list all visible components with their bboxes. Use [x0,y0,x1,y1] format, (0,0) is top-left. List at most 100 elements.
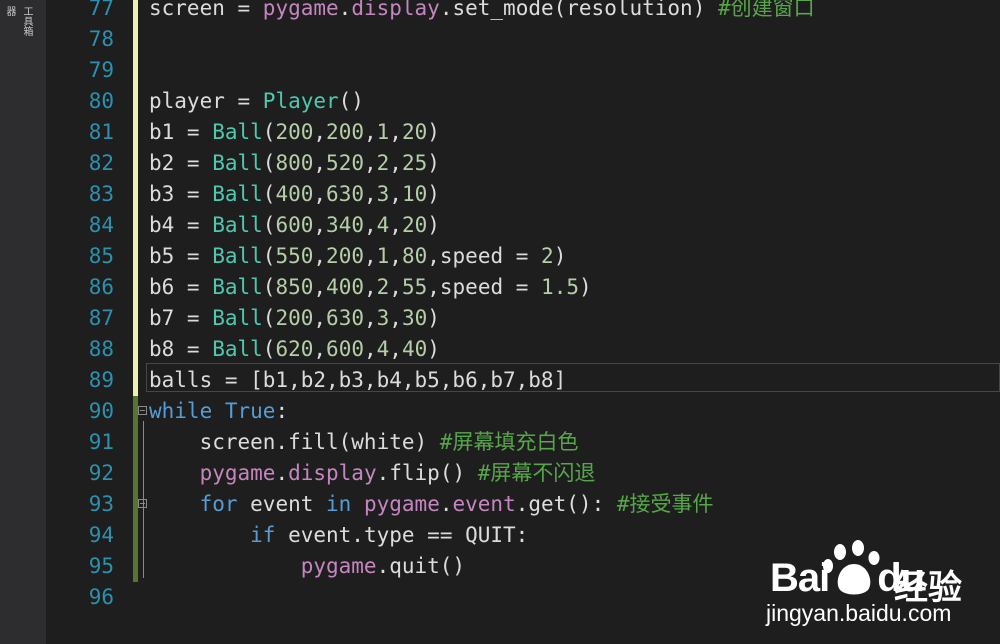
code-token: 1 [376,120,390,144]
code-token: ) [427,182,440,206]
code-line[interactable]: 86 b6 = Ball(850,400,2,55,speed = 1.5) [89,272,1000,303]
change-marker [133,0,138,24]
code-token: , [313,337,327,361]
code-token: 200 [275,120,314,144]
code-token: screen.fill(white) [149,430,440,454]
code-token: b2 = [149,151,213,175]
code-line[interactable]: 91 screen.fill(white) #屏幕填充白色 [89,427,1000,458]
code-line[interactable]: 85 b5 = Ball(550,200,1,80,speed = 2) [89,241,1000,272]
change-marker [133,272,138,303]
code-token: Player [262,89,339,113]
code-token: , [389,151,402,175]
code-token: 340 [326,213,364,237]
line-number: 83 [88,182,114,206]
code-token: #接受事件 [616,492,714,516]
code-token: player = [149,89,263,113]
code-token: 20 [401,120,428,144]
code-line[interactable]: 81 b1 = Ball(200,200,1,20) [89,117,1000,148]
code-token: ( [262,275,276,299]
code-token: ,speed = [427,275,542,299]
line-number: 84 [88,213,114,237]
code-token: #屏幕填充白色 [439,430,579,454]
code-text: b5 = Ball(550,200,1,80,speed = 2) [149,241,566,272]
code-line[interactable]: 82 b2 = Ball(800,520,2,25) [89,148,1000,179]
code-line[interactable]: 83 b3 = Ball(400,630,3,10) [89,179,1000,210]
code-text: player = Player() [149,86,364,117]
code-token: Ball [212,120,263,144]
line-number: 77 [88,0,114,20]
code-token: ,speed = [427,244,542,268]
code-token: 3 [376,182,390,206]
code-token: , [363,213,377,237]
code-token: b5 = [149,244,213,268]
code-token: , [313,151,327,175]
code-token: ( [262,182,276,206]
code-token: , [313,244,327,268]
code-token: Ball [212,244,263,268]
code-token: ) [427,151,440,175]
code-line[interactable]: 90 while True: [89,396,1000,427]
code-text: screen = pygame.display.set_mode(resolut… [149,0,815,24]
change-marker [133,117,138,148]
code-token: b7 = [149,306,213,330]
change-marker [133,551,138,582]
code-text: b4 = Ball(600,340,4,20) [149,210,440,241]
code-line[interactable]: 93 for event in pygame.event.get(): #接受事… [89,489,1000,520]
code-token: , [313,275,327,299]
code-line[interactable]: 87 b7 = Ball(200,630,3,30) [89,303,1000,334]
collapse-icon[interactable] [138,406,147,415]
change-marker [133,365,138,396]
code-token: , [389,275,402,299]
code-token: ) [427,337,440,361]
code-token: event [237,492,327,516]
code-text: if event.type == QUIT: [149,520,528,551]
code-token: Ball [212,213,263,237]
code-token: 800 [275,151,314,175]
code-text: while True: [149,396,288,427]
code-line[interactable]: 80 player = Player() [89,86,1000,117]
code-token: 520 [326,151,364,175]
line-number: 93 [88,492,114,516]
code-line[interactable]: 78 [89,24,1000,55]
code-token: for [199,492,238,516]
code-token: 3 [376,306,390,330]
code-token: : [275,399,289,423]
code-token: Ball [212,337,263,361]
code-token: ) [427,306,440,330]
code-token: b8 = [149,337,213,361]
code-token: , [389,306,402,330]
code-line[interactable]: 77 screen = pygame.display.set_mode(resol… [89,0,1000,24]
code-line[interactable]: 79 [89,55,1000,86]
code-token: , [363,120,377,144]
code-line[interactable]: 88 b8 = Ball(620,600,4,40) [89,334,1000,365]
code-token: 40 [401,337,428,361]
code-token: 80 [401,244,428,268]
code-token: Ball [212,275,263,299]
code-token: 10 [401,182,428,206]
code-line[interactable]: 92 pygame.display.flip() #屏幕不闪退 [89,458,1000,489]
change-marker [133,427,138,458]
code-line[interactable]: 84 b4 = Ball(600,340,4,20) [89,210,1000,241]
line-number: 81 [88,120,114,144]
code-token: , [313,182,327,206]
code-token: 30 [401,306,428,330]
code-text: b7 = Ball(200,630,3,30) [149,303,440,334]
code-token: , [313,306,327,330]
line-number: 82 [88,151,114,175]
code-token: , [389,120,402,144]
code-token: ) [578,275,592,299]
code-token: 2 [376,151,390,175]
collapse-icon[interactable] [138,499,147,508]
change-marker [133,520,138,551]
baidu-jingyan-watermark: Bai du 经验 jingyan.baidu.com [762,538,994,638]
code-token: display [288,461,377,485]
code-line[interactable]: 89 balls = [b1,b2,b3,b4,b5,b6,b7,b8] [89,365,1000,396]
code-token: . [338,0,352,20]
code-token: 850 [275,275,314,299]
change-marker [133,55,138,86]
code-token: 1.5 [541,275,579,299]
code-token: 1 [376,244,390,268]
code-token: Ball [212,182,263,206]
code-token: ( [262,120,276,144]
